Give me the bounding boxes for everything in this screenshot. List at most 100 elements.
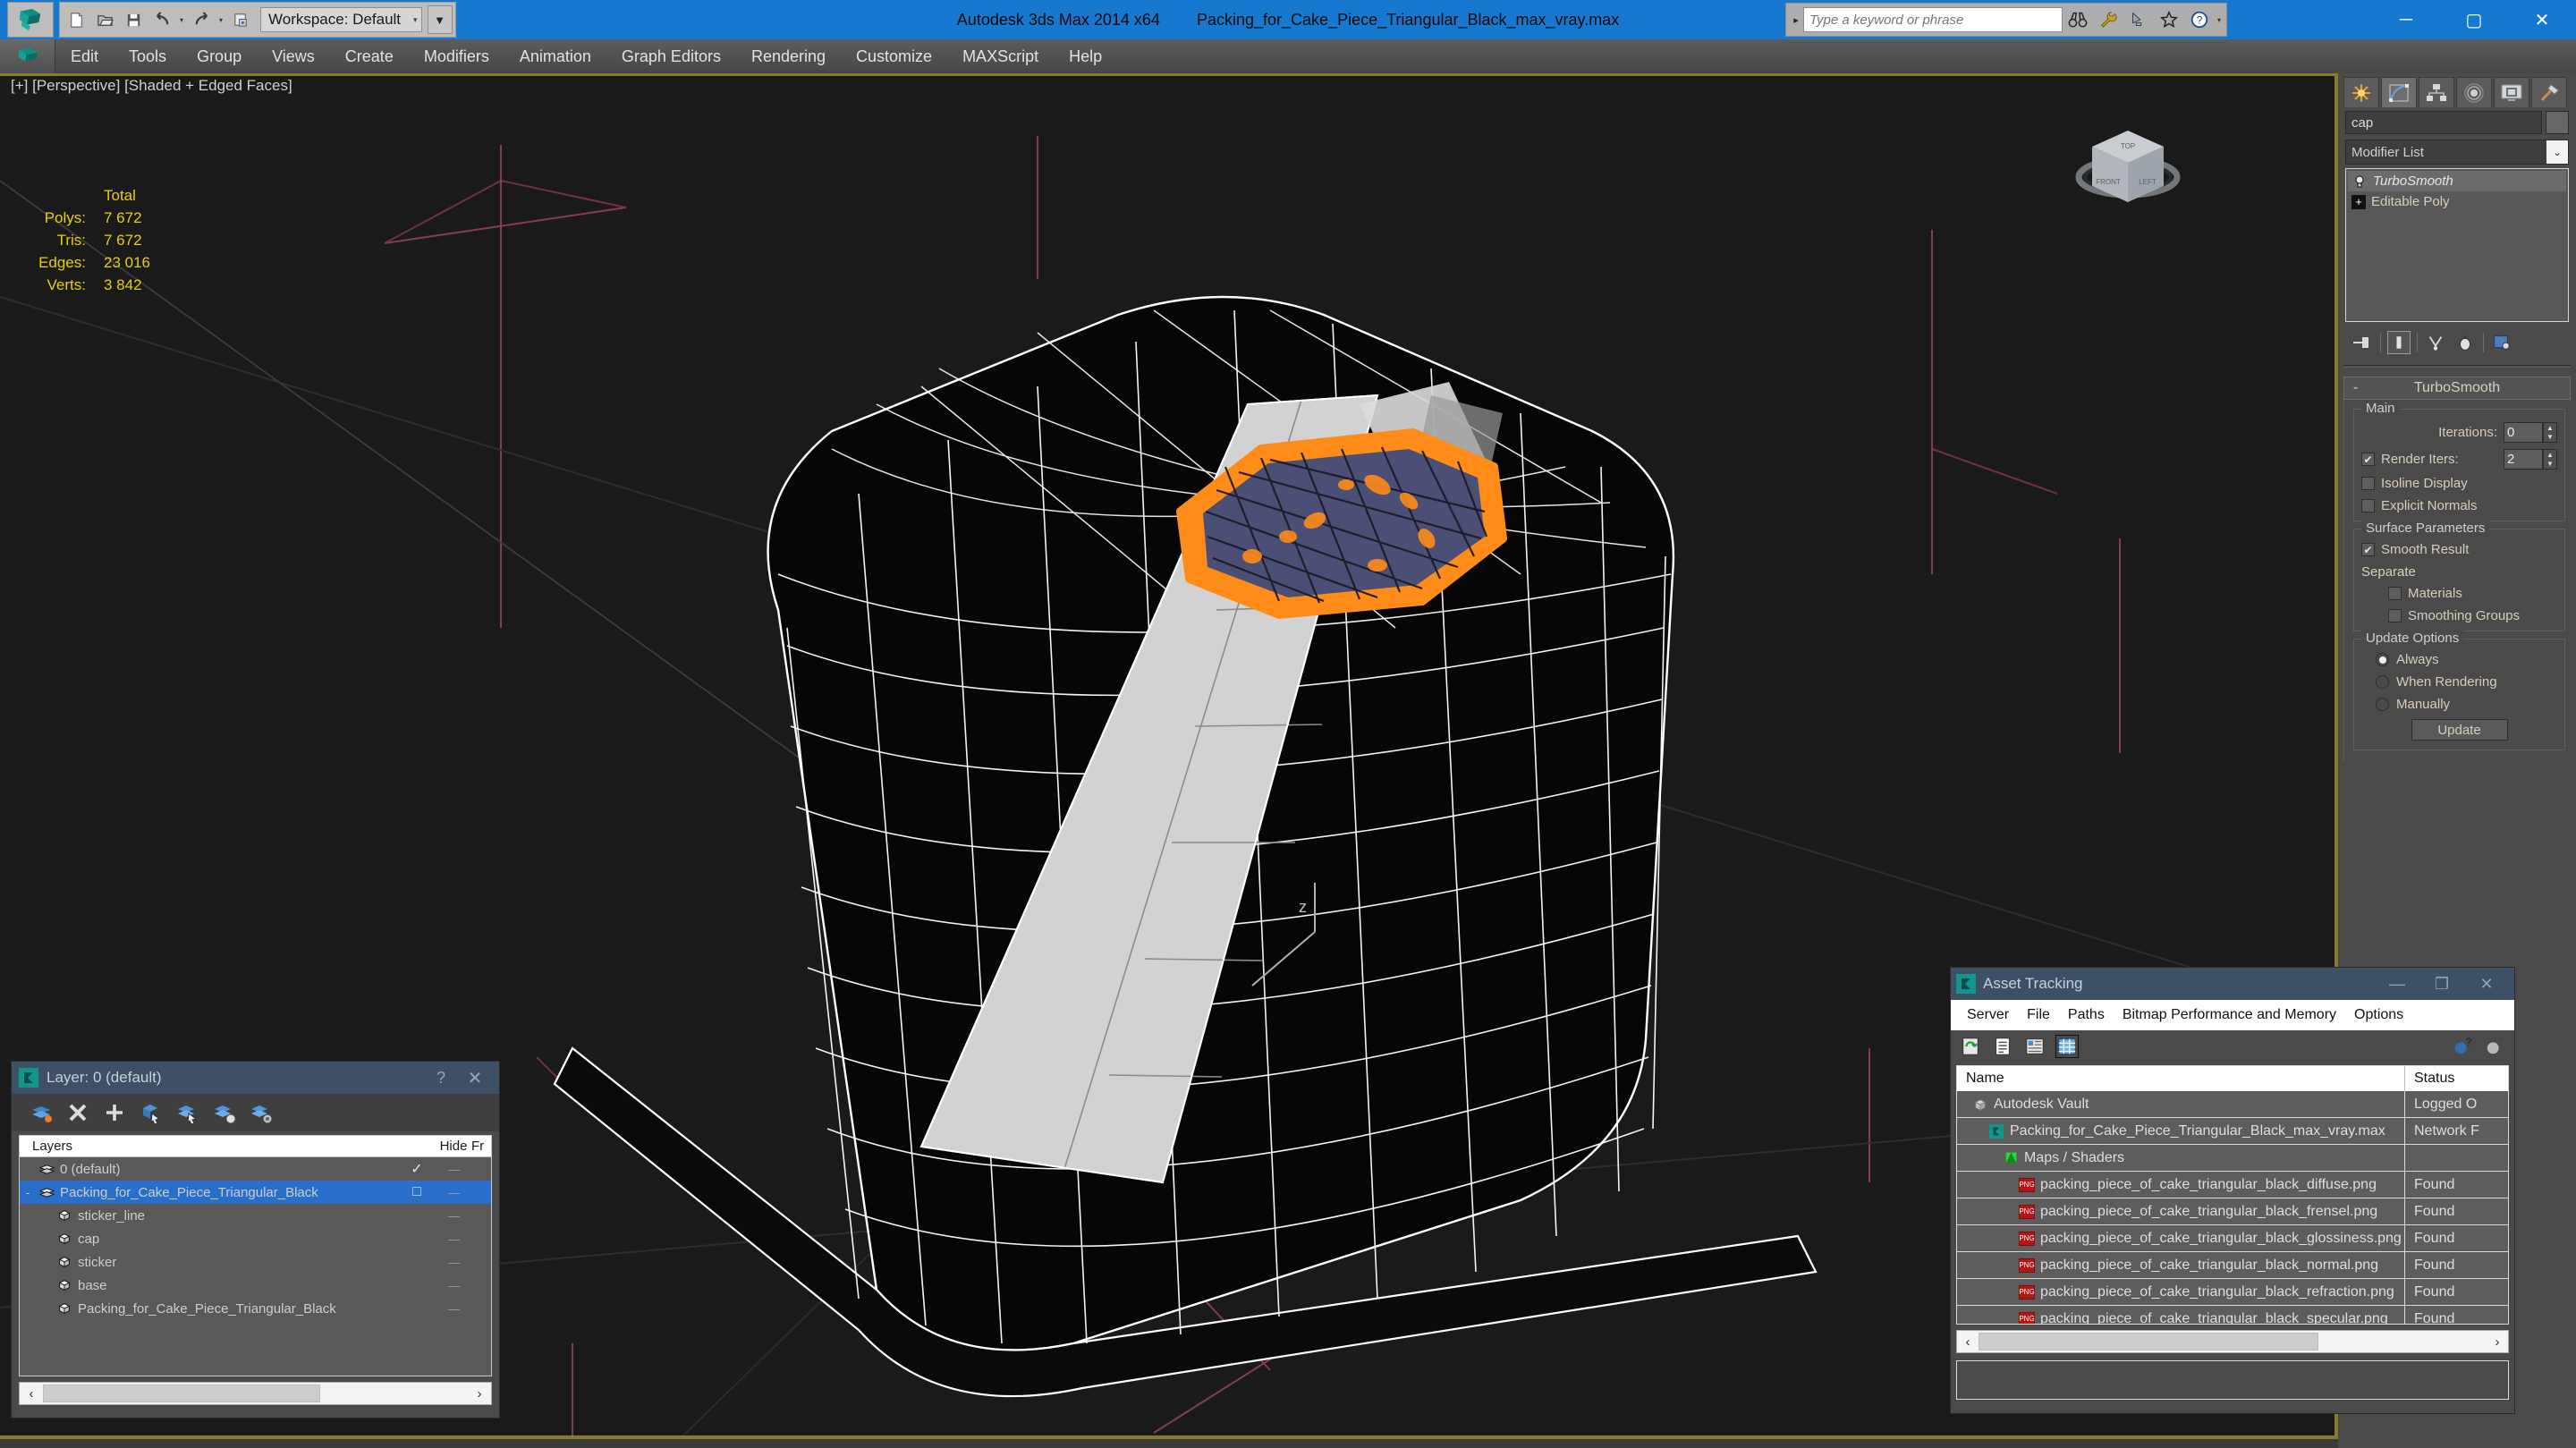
render-iters-value[interactable]: 2 (2504, 449, 2543, 470)
layer-hide-cell[interactable]: — (436, 1256, 471, 1269)
radio-manually-icon[interactable] (2376, 698, 2389, 711)
light-bulb-icon[interactable] (2351, 174, 2368, 190)
satellite-icon[interactable] (2123, 6, 2154, 33)
layer-row-6[interactable]: Packing_for_Cake_Piece_Triangular_Black … (20, 1297, 491, 1320)
menu-help[interactable]: Help (1054, 39, 1117, 73)
pin-stack-icon[interactable] (2351, 331, 2374, 354)
asset-row-3[interactable]: PNG packing_piece_of_cake_triangular_bla… (1957, 1171, 2508, 1198)
scroll-right-icon[interactable]: › (2487, 1334, 2508, 1350)
render-iters-checkbox[interactable]: ✔ (2361, 453, 2375, 466)
expand-icon[interactable]: + (2351, 194, 2366, 209)
layer-hide-cell[interactable]: — (436, 1232, 471, 1246)
refresh-icon[interactable] (1960, 1036, 1981, 1057)
scroll-right-icon[interactable]: › (468, 1386, 491, 1401)
workspace-more-icon[interactable]: ▼ (427, 5, 453, 34)
help-icon[interactable]: ? (2184, 6, 2215, 33)
layer-row-3[interactable]: cap — (20, 1227, 491, 1250)
asset-row-5[interactable]: PNG packing_piece_of_cake_triangular_bla… (1957, 1224, 2508, 1252)
layer-list[interactable]: Layers Hide Fr 0 (default) ✓ — - Packing… (19, 1135, 492, 1376)
undo-icon[interactable] (148, 5, 175, 34)
layer-row-0[interactable]: 0 (default) ✓ — (20, 1157, 491, 1181)
scroll-left-icon[interactable]: ‹ (1957, 1334, 1979, 1350)
explicit-normals-checkbox[interactable] (2361, 499, 2375, 512)
binoculars-icon[interactable] (2063, 6, 2093, 33)
list-view-icon[interactable] (1992, 1036, 2013, 1057)
modifier-stack-item-editable-poly[interactable]: + Editable Poly (2348, 191, 2566, 212)
asset-tracking-dialog[interactable]: Asset Tracking — ❐ ✕ Server File Paths B… (1950, 967, 2515, 1414)
menu-rendering[interactable]: Rendering (736, 39, 841, 73)
close-button[interactable]: ✕ (2464, 975, 2509, 994)
smooth-result-row[interactable]: ✔ Smooth Result (2361, 542, 2557, 557)
menu-modifiers[interactable]: Modifiers (409, 39, 504, 73)
hierarchy-tab-icon[interactable] (2419, 77, 2454, 107)
layer-hide-cell[interactable]: — (436, 1163, 471, 1176)
menu-paths[interactable]: Paths (2059, 1007, 2114, 1023)
make-unique-icon[interactable] (2424, 331, 2447, 354)
layer-horizontal-scrollbar[interactable]: ‹ › (19, 1382, 492, 1405)
help-icon[interactable]: ? (2484, 1036, 2505, 1057)
highlight-selected-icon[interactable] (213, 1101, 236, 1124)
rollout-header[interactable]: - TurboSmooth (2343, 377, 2571, 400)
layer-on-check[interactable]: □ (398, 1184, 436, 1200)
select-layer-icon[interactable] (176, 1101, 199, 1124)
star-icon[interactable] (2154, 6, 2184, 33)
view-cube[interactable]: TOP FRONT LEFT (2061, 116, 2195, 233)
close-button[interactable]: ✕ (2508, 0, 2576, 39)
modifier-list-dropdown[interactable]: Modifier List ⌄ (2345, 140, 2569, 165)
materials-row[interactable]: Materials (2361, 586, 2557, 601)
detail-view-icon[interactable] (2024, 1036, 2046, 1057)
max-logo-icon[interactable] (0, 39, 55, 73)
maximize-button[interactable]: ❐ (2419, 975, 2464, 994)
app-logo-icon[interactable] (7, 2, 54, 38)
new-icon[interactable] (63, 5, 89, 34)
layer-hide-cell[interactable]: — (436, 1209, 471, 1223)
chevron-down-icon[interactable]: ⌄ (2546, 140, 2568, 164)
add-layer-icon[interactable] (103, 1101, 126, 1124)
help-button[interactable]: ? (424, 1069, 458, 1088)
menu-maxscript[interactable]: MAXScript (947, 39, 1054, 73)
menu-graph-editors[interactable]: Graph Editors (606, 39, 736, 73)
close-button[interactable]: ✕ (458, 1067, 492, 1089)
smoothing-groups-checkbox[interactable] (2388, 609, 2402, 622)
configure-modifier-sets-icon[interactable] (2490, 331, 2513, 354)
menu-group[interactable]: Group (182, 39, 257, 73)
create-tab-icon[interactable] (2343, 77, 2379, 107)
asset-row-0[interactable]: Autodesk Vault Logged O (1957, 1090, 2508, 1118)
save-icon[interactable] (120, 5, 147, 34)
iterations-value[interactable]: 0 (2504, 422, 2543, 443)
menu-customize[interactable]: Customize (841, 39, 947, 73)
isoline-display-row[interactable]: Isoline Display (2361, 476, 2557, 491)
layer-row-1[interactable]: - Packing_for_Cake_Piece_Triangular_Blac… (20, 1181, 491, 1204)
workspace-selector[interactable]: Workspace: Default ▾ (260, 7, 422, 32)
viewport-label[interactable]: [+] [Perspective] [Shaded + Edged Faces] (11, 77, 292, 95)
new-layer-icon[interactable] (30, 1101, 53, 1124)
minimize-button[interactable]: ─ (2372, 0, 2440, 39)
add-help-icon[interactable]: ? (2452, 1036, 2473, 1057)
menu-bitmap-performance[interactable]: Bitmap Performance and Memory (2114, 1007, 2345, 1023)
help-dropdown-icon[interactable]: ▾ (2215, 5, 2224, 34)
search-expand-icon[interactable]: ▸ (1789, 14, 1803, 26)
select-objects-icon[interactable] (140, 1101, 163, 1124)
undo-dropdown-icon[interactable]: ▾ (177, 5, 186, 34)
spinner-arrows-icon[interactable]: ▲ ▼ (2543, 422, 2557, 443)
wrench-icon[interactable] (2093, 6, 2123, 33)
grid-view-icon[interactable] (2055, 1035, 2079, 1058)
object-color-swatch[interactable] (2546, 111, 2569, 134)
menu-tools[interactable]: Tools (114, 39, 182, 73)
layer-dialog-titlebar[interactable]: Layer: 0 (default) ? ✕ (12, 1062, 499, 1094)
asset-row-4[interactable]: PNG packing_piece_of_cake_triangular_bla… (1957, 1198, 2508, 1225)
asset-row-7[interactable]: PNG packing_piece_of_cake_triangular_bla… (1957, 1278, 2508, 1306)
minimize-button[interactable]: — (2375, 975, 2419, 994)
open-icon[interactable] (91, 5, 118, 34)
asset-row-2[interactable]: Maps / Shaders (1957, 1144, 2508, 1172)
layer-hide-cell[interactable]: — (436, 1186, 471, 1199)
menu-options[interactable]: Options (2345, 1007, 2412, 1023)
show-end-result-icon[interactable] (2387, 331, 2411, 354)
layer-hide-cell[interactable]: — (436, 1279, 471, 1292)
update-option-manually[interactable]: Manually (2361, 697, 2557, 712)
radio-when-rendering-icon[interactable] (2376, 675, 2389, 689)
asset-row-6[interactable]: PNG packing_piece_of_cake_triangular_bla… (1957, 1251, 2508, 1279)
delete-layer-icon[interactable] (66, 1101, 89, 1124)
update-option-always[interactable]: Always (2361, 652, 2557, 667)
menu-server[interactable]: Server (1958, 1007, 2018, 1023)
